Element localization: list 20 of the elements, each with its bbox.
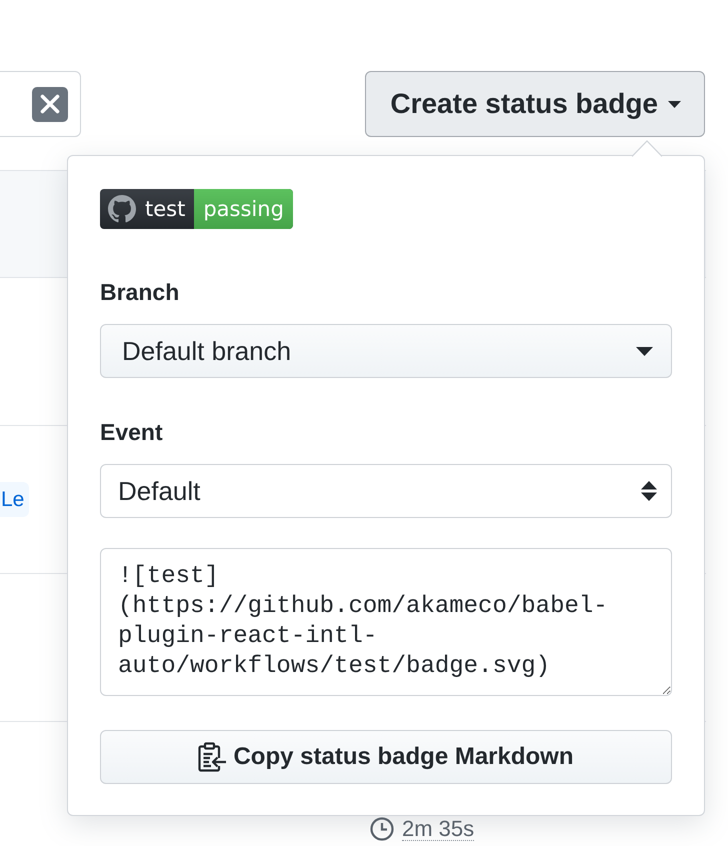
caret-icon xyxy=(668,100,681,108)
clear-button[interactable] xyxy=(32,86,68,122)
caret-icon xyxy=(636,346,653,356)
create-badge-button[interactable]: Create status badge xyxy=(365,71,705,137)
select-field[interactable]: Default xyxy=(100,464,672,518)
search-field[interactable] xyxy=(0,71,81,137)
field-label: Branch xyxy=(100,278,180,306)
copy-markdown-button[interactable]: Copy status badge Markdown xyxy=(100,730,672,784)
clock-icon xyxy=(370,817,394,841)
dropdown-button[interactable]: Default branch xyxy=(100,324,672,378)
logo-icon xyxy=(108,195,136,223)
close-icon xyxy=(40,94,60,114)
badge-status: passing xyxy=(194,189,293,229)
field-label: Event xyxy=(100,418,163,446)
run-label[interactable]: Le xyxy=(0,482,30,517)
markdown-field[interactable]: ![test](https://github.com/akameco/babel-plugin-react-intl-auto/workflows/test/badge.svg) xyxy=(100,548,672,696)
clipboard-icon xyxy=(198,742,228,772)
duration-text: 2m 35s xyxy=(402,817,474,841)
badge-name: test xyxy=(144,196,186,223)
up-down-arrows-icon xyxy=(641,481,657,501)
